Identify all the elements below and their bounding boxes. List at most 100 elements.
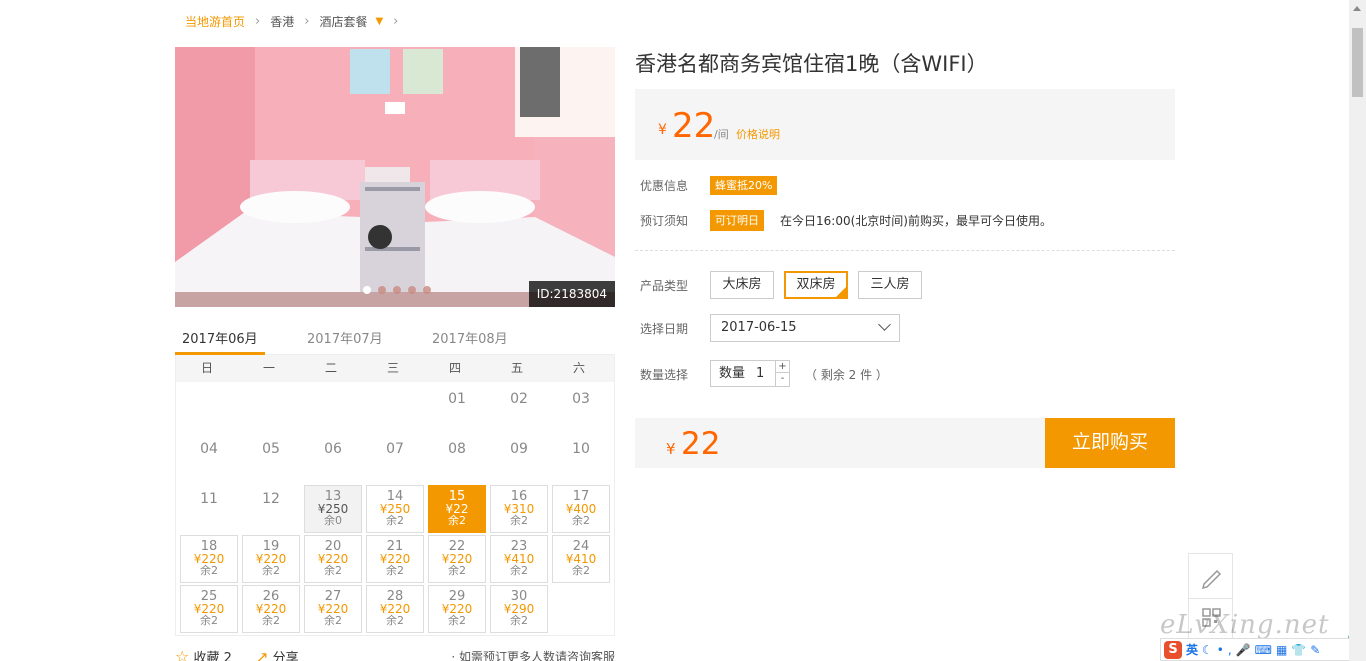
month-tabs: 2017年06月 2017年07月 2017年08月 bbox=[175, 322, 615, 355]
favorite-button[interactable]: ☆ 收藏 2 bbox=[175, 647, 232, 661]
calendar-day: 06 bbox=[304, 435, 362, 483]
buy-now-button[interactable]: 立即购买 bbox=[1045, 418, 1175, 468]
price-note-link[interactable]: 价格说明 bbox=[736, 126, 780, 142]
calendar-day[interactable]: 17 ¥400 余2 bbox=[552, 485, 610, 533]
calendar-day[interactable]: 18 ¥220 余2 bbox=[180, 535, 238, 583]
day-stock: 余2 bbox=[200, 614, 218, 627]
calendar-day[interactable]: 24 ¥410 余2 bbox=[552, 535, 610, 583]
day-number: 02 bbox=[510, 391, 528, 407]
day-stock: 余2 bbox=[448, 614, 466, 627]
calendar-day[interactable]: 13 ¥250 余0 bbox=[304, 485, 362, 533]
notice-label: 预订须知 bbox=[640, 214, 689, 228]
caret-down-icon[interactable]: ▼ bbox=[375, 16, 383, 27]
ime-language-toggle[interactable]: 英 bbox=[1186, 641, 1198, 658]
day-stock: 余2 bbox=[386, 564, 404, 577]
day-number: 18 bbox=[200, 539, 218, 554]
calendar-day[interactable]: 20 ¥220 余2 bbox=[304, 535, 362, 583]
calendar-day[interactable]: 14 ¥250 余2 bbox=[366, 485, 424, 533]
carousel-dots bbox=[363, 286, 431, 294]
action-row: ☆ 收藏 2 ↗ 分享 · 如需预订更多人数请咨询客服 bbox=[175, 647, 615, 661]
qty-plus-button[interactable]: + bbox=[776, 361, 789, 373]
weekday-label: 六 bbox=[572, 361, 585, 375]
price-unit: /间 bbox=[714, 128, 729, 141]
calendar-day[interactable]: 21 ¥220 余2 bbox=[366, 535, 424, 583]
tools-icon[interactable]: ✎ bbox=[1310, 643, 1320, 657]
carousel-dot[interactable] bbox=[393, 286, 401, 294]
calendar-day[interactable]: 16 ¥310 余2 bbox=[490, 485, 548, 533]
calendar-day: 01 bbox=[428, 385, 486, 433]
carousel-dot[interactable] bbox=[423, 286, 431, 294]
calendar-day[interactable]: 27 ¥220 余2 bbox=[304, 585, 362, 633]
comma-icon[interactable]: , bbox=[1228, 643, 1232, 657]
breadcrumb-city-link[interactable]: 香港 bbox=[270, 13, 294, 30]
quantity-stepper[interactable]: 数量 1 + - bbox=[710, 360, 790, 387]
calendar-day[interactable]: 28 ¥220 余2 bbox=[366, 585, 424, 633]
calendar-day[interactable]: 29 ¥220 余2 bbox=[428, 585, 486, 633]
microphone-icon[interactable]: 🎤 bbox=[1236, 643, 1251, 657]
moon-icon[interactable]: ☾ bbox=[1202, 643, 1213, 657]
breadcrumb-home-link[interactable]: 当地游首页 bbox=[185, 13, 245, 30]
star-icon: ☆ bbox=[175, 647, 190, 661]
feedback-button[interactable] bbox=[1188, 553, 1233, 599]
calendar-day: 10 bbox=[552, 435, 610, 483]
chevron-down-icon bbox=[878, 318, 891, 331]
breadcrumb-category-link[interactable]: 酒店套餐 bbox=[319, 13, 367, 30]
hotel-room-photo[interactable]: ID:2183804 bbox=[175, 47, 615, 307]
day-number: 17 bbox=[572, 489, 590, 504]
room-type-king[interactable]: 大床房 bbox=[710, 271, 774, 299]
breadcrumb-separator-icon: › bbox=[393, 13, 399, 29]
day-number: 27 bbox=[324, 589, 342, 604]
day-number: 10 bbox=[572, 441, 590, 457]
qty-minus-button[interactable]: - bbox=[776, 373, 789, 385]
shirt-icon[interactable]: 👕 bbox=[1291, 643, 1306, 657]
tab-month-06[interactable]: 2017年06月 bbox=[175, 322, 265, 355]
vertical-scrollbar[interactable] bbox=[1349, 0, 1366, 661]
qty-prefix: 数量 bbox=[719, 366, 746, 381]
date-select[interactable]: 2017-06-15 bbox=[710, 314, 900, 342]
scrollbar-thumb[interactable] bbox=[1352, 28, 1363, 97]
day-number: 22 bbox=[448, 539, 466, 554]
product-title: 香港名都商务宾馆住宿1晚（含WIFI） bbox=[635, 52, 988, 76]
day-stock: 余2 bbox=[324, 614, 342, 627]
sogou-logo-icon[interactable]: S bbox=[1164, 640, 1182, 659]
calendar-day[interactable]: 30 ¥290 余2 bbox=[490, 585, 548, 633]
day-number: 25 bbox=[200, 589, 218, 604]
calendar-day[interactable]: 25 ¥220 余2 bbox=[180, 585, 238, 633]
day-stock: 余2 bbox=[262, 564, 280, 577]
calendar-day: 08 bbox=[428, 435, 486, 483]
notice-tag: 可订明日 bbox=[710, 210, 764, 231]
day-number: 12 bbox=[262, 491, 280, 507]
dot-icon[interactable]: • bbox=[1217, 643, 1224, 657]
room-type-triple[interactable]: 三人房 bbox=[858, 271, 922, 299]
carousel-dot[interactable] bbox=[378, 286, 386, 294]
keyboard-icon[interactable]: ⌨ bbox=[1255, 643, 1272, 657]
day-number: 07 bbox=[386, 441, 404, 457]
room-type-twin[interactable]: 双床房 bbox=[784, 271, 848, 299]
carousel-dot[interactable] bbox=[363, 286, 371, 294]
calendar-day[interactable]: 22 ¥220 余2 bbox=[428, 535, 486, 583]
weekday-label: 四 bbox=[448, 361, 461, 375]
calendar-day[interactable]: 23 ¥410 余2 bbox=[490, 535, 548, 583]
notice-text: 在今日16:00(北京时间)前购买，最早可今日使用。 bbox=[780, 214, 1052, 228]
calendar-day[interactable]: 19 ¥220 余2 bbox=[242, 535, 300, 583]
calendar-day[interactable]: 15 ¥22 余2 bbox=[428, 485, 486, 533]
tab-month-07[interactable]: 2017年07月 bbox=[300, 322, 425, 355]
day-number: 04 bbox=[200, 441, 218, 457]
date-value: 2017-06-15 bbox=[721, 320, 797, 335]
qty-value[interactable]: 1 bbox=[756, 361, 764, 386]
day-number: 21 bbox=[386, 539, 404, 554]
day-stock: 余2 bbox=[510, 614, 528, 627]
tab-month-08[interactable]: 2017年08月 bbox=[425, 322, 550, 355]
scroll-up-icon[interactable] bbox=[1353, 6, 1361, 11]
day-number: 19 bbox=[262, 539, 280, 554]
calendar-day[interactable]: 26 ¥220 余2 bbox=[242, 585, 300, 633]
share-button[interactable]: ↗ 分享 bbox=[256, 647, 299, 661]
grid-icon[interactable]: ▦ bbox=[1276, 643, 1287, 657]
room-type-twin-label: 双床房 bbox=[796, 277, 836, 292]
total-currency-symbol: ¥ bbox=[666, 440, 676, 458]
price-box: ¥ 22 /间 价格说明 bbox=[635, 89, 1175, 160]
divider bbox=[635, 250, 1175, 251]
carousel-dot[interactable] bbox=[408, 286, 416, 294]
day-number: 26 bbox=[262, 589, 280, 604]
day-stock: 余0 bbox=[324, 514, 342, 527]
